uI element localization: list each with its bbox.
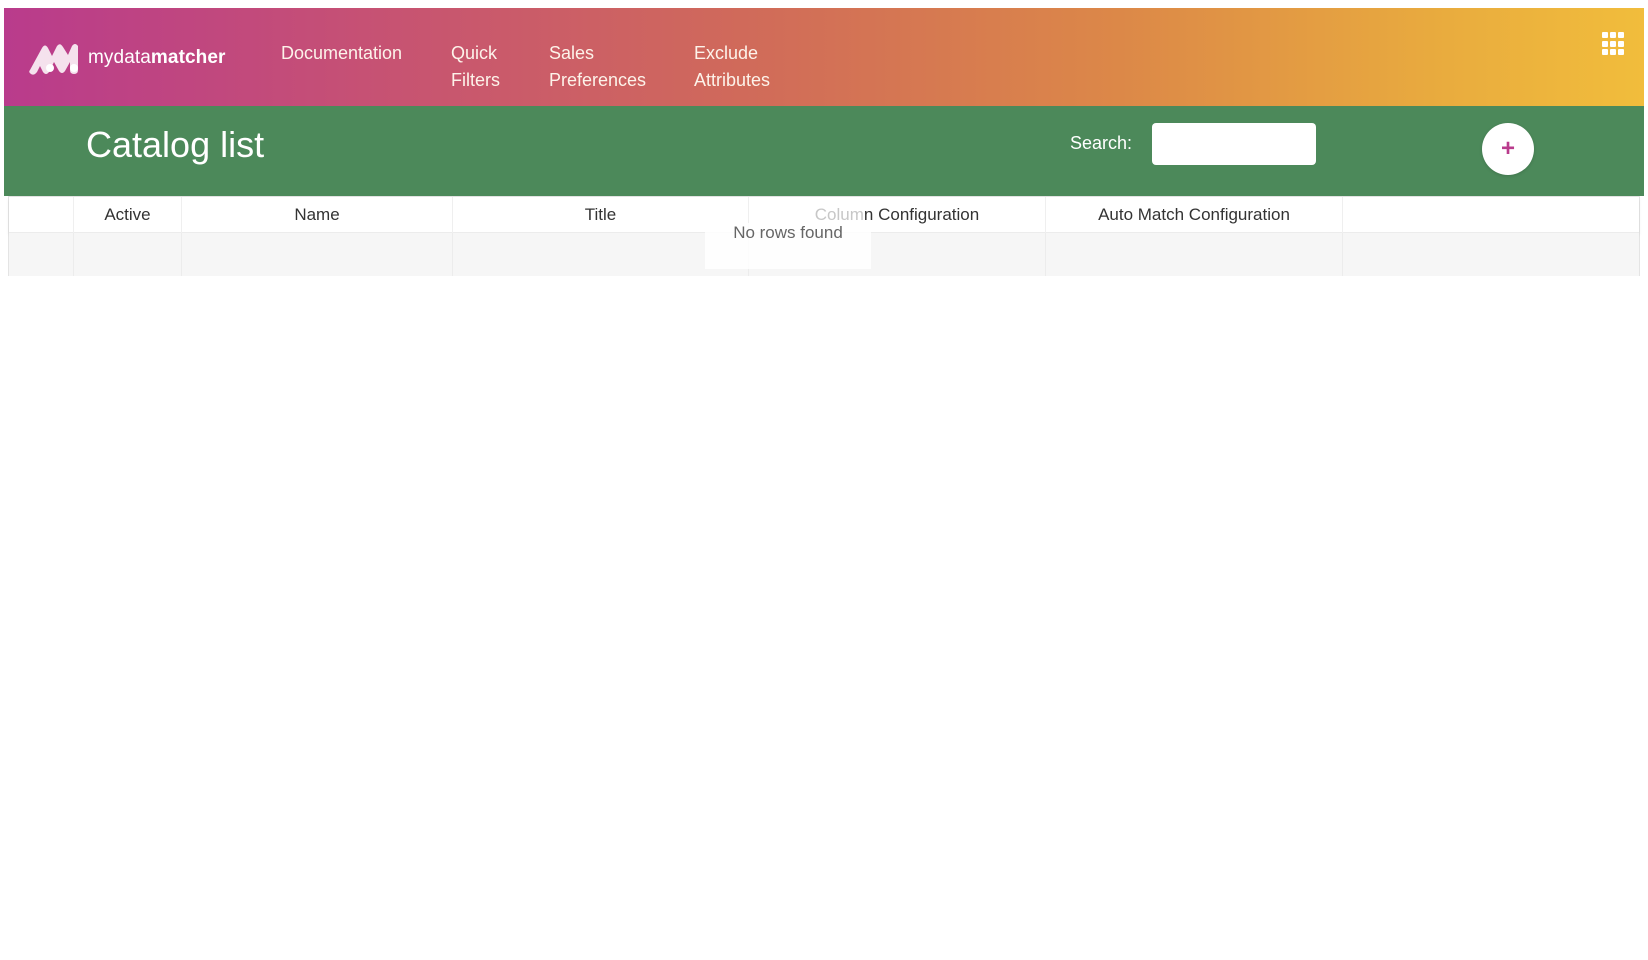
catalog-table: Active Name Title Colum n Configuration A… bbox=[8, 196, 1640, 276]
nav-item-quick-filters[interactable]: Quick Filters bbox=[451, 40, 500, 94]
brand-name: mydatamatcher bbox=[88, 47, 226, 69]
nav-item-label: Documentation bbox=[281, 43, 403, 63]
column-header-actions bbox=[1343, 197, 1639, 233]
column-header-active[interactable]: Active bbox=[74, 197, 182, 233]
brand-name-light: mydata bbox=[88, 47, 151, 68]
apps-grid-icon[interactable] bbox=[1602, 32, 1626, 56]
search-input[interactable] bbox=[1152, 123, 1316, 165]
page-title: Catalog list bbox=[86, 124, 265, 165]
column-header-column-configuration-rest: n Configuration bbox=[863, 205, 980, 224]
column-header-select[interactable] bbox=[9, 197, 74, 233]
nav-item-label: Sales bbox=[549, 43, 595, 63]
page-header: Catalog list Search: + bbox=[4, 106, 1644, 196]
nav-item-exclude-attributes[interactable]: Exclude Attributes bbox=[694, 40, 770, 94]
table-body-column bbox=[9, 233, 74, 276]
empty-table-message-text: No rows found bbox=[733, 223, 843, 242]
column-header-auto-match-configuration[interactable]: Auto Match Configuration bbox=[1046, 197, 1343, 233]
table-body-column bbox=[74, 233, 182, 276]
nav-item-label: Filters bbox=[451, 70, 500, 90]
brand-name-bold: matcher bbox=[150, 47, 226, 68]
table-body-column bbox=[1343, 233, 1639, 276]
nav-item-label: Quick bbox=[451, 43, 498, 63]
nav-item-label: Preferences bbox=[549, 70, 647, 90]
search-label: Search: bbox=[1070, 133, 1133, 153]
nav-item-label: Attributes bbox=[694, 70, 771, 90]
empty-table-message: No rows found bbox=[705, 223, 871, 269]
plus-icon: + bbox=[1500, 135, 1515, 162]
column-header-name[interactable]: Name bbox=[182, 197, 453, 233]
table-body-column bbox=[1046, 233, 1343, 276]
nav-item-documentation[interactable]: Documentation bbox=[281, 40, 402, 67]
add-catalog-button[interactable]: + bbox=[1482, 123, 1534, 175]
table-body-column bbox=[182, 233, 453, 276]
mydatamatcher-logo-icon bbox=[29, 44, 78, 75]
nav-item-label: Exclude bbox=[694, 43, 759, 63]
top-navigation-bar: mydatamatcher Documentation Quick Filter… bbox=[4, 8, 1644, 106]
brand-logo[interactable]: mydatamatcher bbox=[26, 38, 226, 78]
column-header-column-configuration-faded: Colum bbox=[814, 205, 864, 224]
app: mydatamatcher Documentation Quick Filter… bbox=[4, 8, 1644, 196]
nav-item-sales-preferences[interactable]: Sales Preferences bbox=[549, 40, 646, 94]
